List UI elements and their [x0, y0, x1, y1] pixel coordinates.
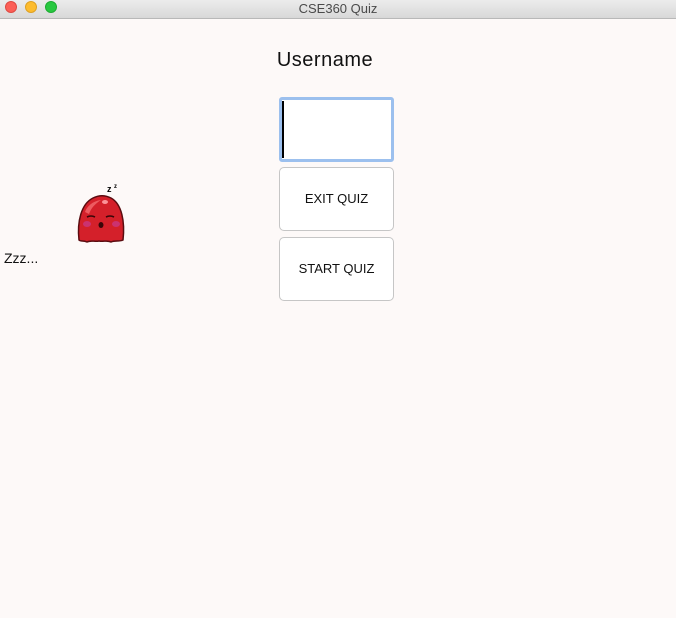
sleeping-blob-mascot-icon: z z [77, 184, 125, 243]
window-title: CSE360 Quiz [298, 1, 378, 16]
svg-text:z: z [107, 184, 112, 194]
svg-text:z: z [114, 184, 117, 190]
text-caret [282, 101, 284, 158]
app-window: CSE360 Quiz Username EXIT QUIZ START QUI… [0, 0, 676, 618]
username-label: Username [276, 49, 374, 71]
exit-quiz-button[interactable]: EXIT QUIZ [279, 167, 394, 231]
title-bar: CSE360 Quiz [0, 0, 676, 19]
start-quiz-button[interactable]: START QUIZ [279, 237, 394, 301]
mascot-status-text: Zzz... [4, 250, 39, 266]
username-input[interactable] [279, 97, 394, 162]
